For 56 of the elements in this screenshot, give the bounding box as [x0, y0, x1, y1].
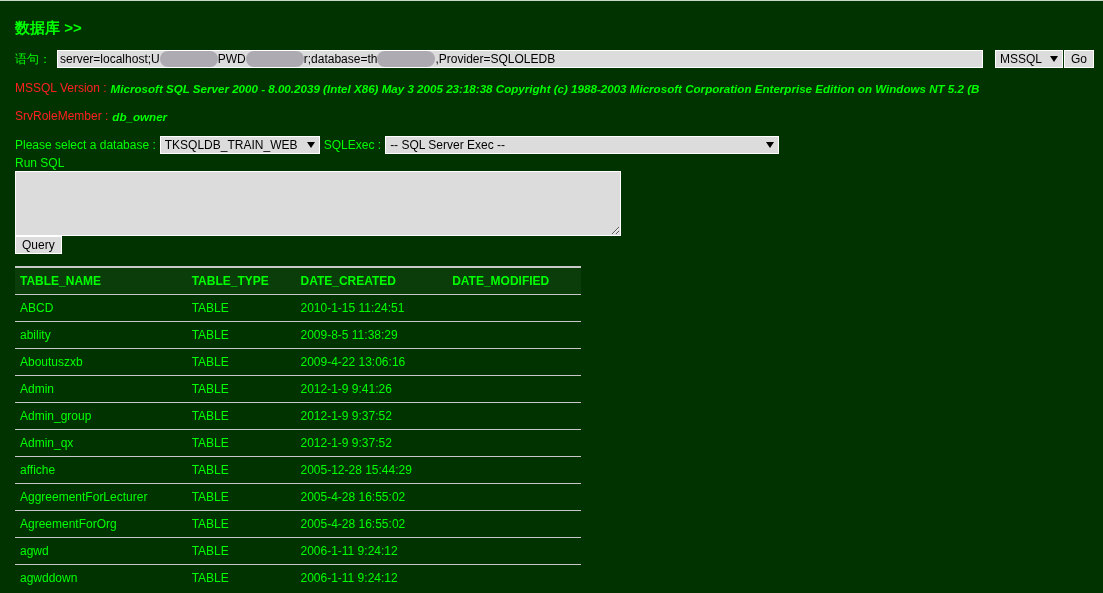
table-cell: 2005-4-28 16:55:02 [295, 483, 448, 511]
table-cell: Admin_group [15, 402, 187, 430]
table-cell: Admin_qx [15, 429, 187, 457]
table-cell: 2006-1-11 9:24:12 [295, 537, 448, 565]
table-cell: TABLE [186, 564, 296, 591]
caret-icon [1050, 56, 1058, 62]
table-cell: 2009-8-5 11:38:29 [295, 321, 448, 349]
database-select-label: Please select a database : [15, 138, 156, 152]
sql-input-field[interactable] [15, 171, 621, 236]
column-header: DATE_MODIFIED [447, 267, 581, 295]
section-heading: 数据库 >> [15, 19, 82, 38]
table-cell: TABLE [186, 402, 296, 430]
info-label: MSSQL Version : [15, 81, 107, 95]
table-cell: TABLE [186, 456, 296, 484]
caret-icon [306, 142, 315, 148]
table-cell: TABLE [186, 510, 296, 538]
table-cell: agwddown [15, 564, 187, 591]
table-cell: 2012-1-9 9:37:52 [295, 402, 448, 430]
table-cell: AggreementForLecturer [15, 483, 187, 511]
table-cell: 2005-12-28 15:44:29 [295, 456, 448, 484]
run-sql-label: Run SQL [15, 156, 65, 170]
table-cell: 2009-4-22 13:06:16 [295, 348, 448, 376]
connection-string-field[interactable]: server=localhost;U PWD r;database=th ,Provider=SQLOLEDB [57, 50, 983, 68]
table-cell: affiche [15, 456, 187, 484]
table-cell: 2010-1-15 11:24:51 [295, 294, 448, 322]
table-cell: 2012-1-9 9:37:52 [295, 429, 448, 457]
info-value: db_owner [112, 109, 168, 123]
statement-label: 语句： [15, 50, 51, 68]
info-value: Microsoft SQL Server 2000 - 8.00.2039 (Intel X86) May 3 2005 23:18:38 Copyright (c) 1988-2003 Microsoft Corporation Enterprise Edition on Windows NT 5.2 (B [110, 81, 980, 95]
go-button[interactable]: Go [1064, 50, 1095, 68]
table-cell: TABLE [186, 483, 296, 511]
table-cell: ABCD [15, 294, 187, 322]
info-label: SrvRoleMember : [15, 109, 109, 123]
database-type-dropdown[interactable]: MSSQL [995, 50, 1063, 68]
table-cell: TABLE [186, 294, 296, 322]
column-header: TABLE_NAME [15, 267, 187, 295]
table-cell: ability [15, 321, 187, 349]
database-dropdown[interactable]: TKSQLDB_TRAIN_WEB [159, 136, 320, 154]
table-cell: TABLE [186, 348, 296, 376]
table-cell: 2012-1-9 9:41:26 [295, 375, 448, 403]
table-cell: TABLE [186, 375, 296, 403]
column-header: TABLE_TYPE [186, 267, 296, 295]
table-cell: TABLE [186, 537, 296, 565]
caret-icon [766, 142, 775, 148]
table-cell: TABLE [186, 429, 296, 457]
table-cell: agwd [15, 537, 187, 565]
sqlexec-dropdown[interactable]: -- SQL Server Exec -- [385, 136, 780, 154]
table-cell: 2005-4-28 16:55:02 [295, 510, 448, 538]
sqlexec-label: SQLExec : [323, 138, 382, 152]
table-cell: AgreementForOrg [15, 510, 187, 538]
query-button[interactable]: Query [15, 236, 62, 254]
column-header: DATE_CREATED [295, 267, 448, 295]
table-cell: Aboutuszxb [15, 348, 187, 376]
table-cell: Admin [15, 375, 187, 403]
table-cell: 2006-1-11 9:24:12 [295, 564, 448, 591]
table-cell: TABLE [186, 321, 296, 349]
